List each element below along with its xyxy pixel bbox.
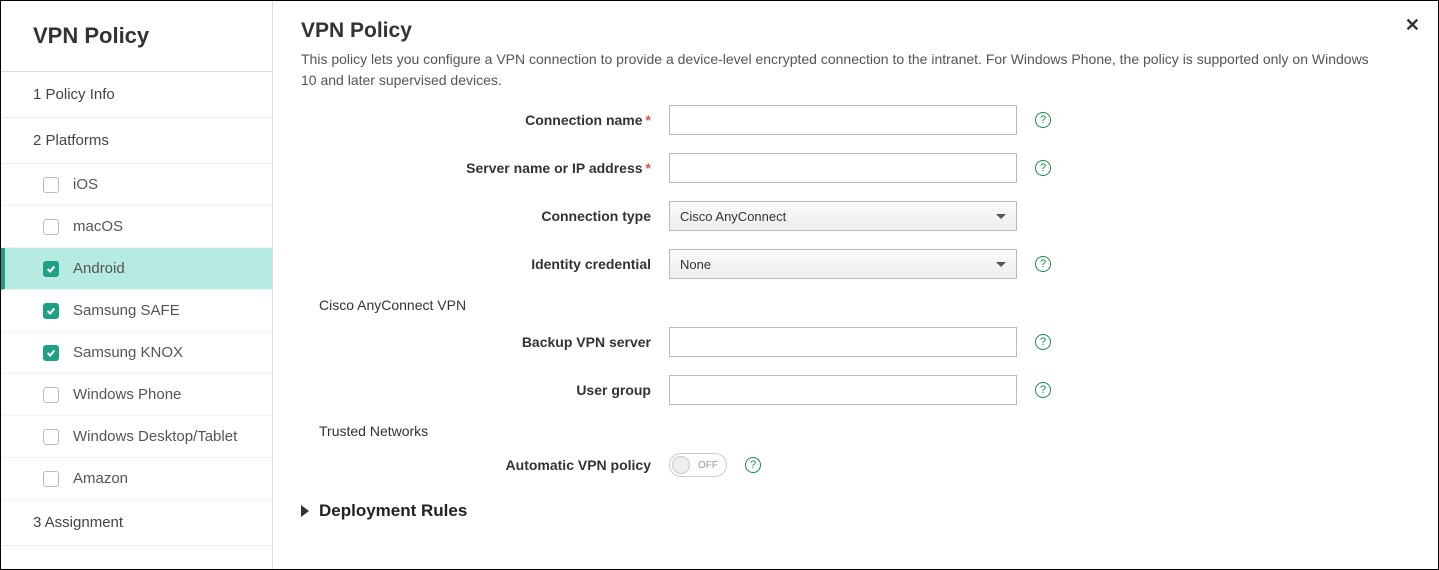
row-connection-type: Connection type Cisco AnyConnect [301,201,1410,231]
triangle-right-icon [301,505,309,517]
platform-label: Android [73,260,125,277]
step-platforms[interactable]: 2 Platforms [1,118,272,164]
page-description: This policy lets you configure a VPN con… [301,49,1371,91]
chevron-down-icon [996,214,1006,219]
deployment-rules-toggle[interactable]: Deployment Rules [301,501,1410,521]
select-value: Cisco AnyConnect [680,209,786,224]
label-text: Server name or IP address [466,160,642,176]
connection-type-select[interactable]: Cisco AnyConnect [669,201,1017,231]
platform-item-ios[interactable]: iOS [1,164,272,206]
row-backup-vpn: Backup VPN server ? [301,327,1410,357]
platform-item-windows-phone[interactable]: Windows Phone [1,374,272,416]
section-cisco-label: Cisco AnyConnect VPN [319,297,1410,313]
platform-label: Windows Phone [73,386,181,403]
label-server-name: Server name or IP address* [301,160,669,176]
row-user-group: User group ? [301,375,1410,405]
sidebar-title: VPN Policy [1,1,272,72]
checkbox-icon[interactable] [43,345,59,361]
label-connection-name: Connection name* [301,112,669,128]
help-icon[interactable]: ? [1035,382,1051,398]
platform-label: Samsung SAFE [73,302,180,319]
platform-label: macOS [73,218,123,235]
label-connection-type: Connection type [301,208,669,224]
platform-item-windows-desktop-tablet[interactable]: Windows Desktop/Tablet [1,416,272,458]
platform-label: Windows Desktop/Tablet [73,428,237,445]
checkbox-icon[interactable] [43,429,59,445]
label-auto-vpn: Automatic VPN policy [301,457,669,473]
main-panel: ✕ VPN Policy This policy lets you config… [273,1,1438,569]
platform-item-android[interactable]: Android [1,248,272,290]
checkbox-icon[interactable] [43,303,59,319]
platform-item-macos[interactable]: macOS [1,206,272,248]
close-icon[interactable]: ✕ [1405,15,1420,36]
toggle-state: OFF [698,460,718,471]
platform-label: iOS [73,176,98,193]
platform-item-samsung-knox[interactable]: Samsung KNOX [1,332,272,374]
label-user-group: User group [301,382,669,398]
select-value: None [680,257,711,272]
page-title: VPN Policy [301,19,1410,43]
chevron-down-icon [996,262,1006,267]
platform-list: iOS macOS Android Samsung SAFE Samsung KNOX W… [1,164,272,500]
help-icon[interactable]: ? [1035,160,1051,176]
sidebar: VPN Policy 1 Policy Info 2 Platforms iOS… [1,1,273,569]
checkbox-icon[interactable] [43,261,59,277]
platform-item-amazon[interactable]: Amazon [1,458,272,500]
checkbox-icon[interactable] [43,471,59,487]
user-group-input[interactable] [669,375,1017,405]
deployment-rules-title: Deployment Rules [319,501,467,521]
backup-vpn-input[interactable] [669,327,1017,357]
checkbox-icon[interactable] [43,177,59,193]
platform-label: Amazon [73,470,128,487]
label-text: Connection name [525,112,642,128]
label-identity-credential: Identity credential [301,256,669,272]
help-icon[interactable]: ? [745,457,761,473]
required-mark: * [646,112,651,128]
row-identity-credential: Identity credential None ? [301,249,1410,279]
row-connection-name: Connection name* ? [301,105,1410,135]
auto-vpn-toggle[interactable]: OFF [669,453,727,477]
platform-label: Samsung KNOX [73,344,183,361]
toggle-knob [672,456,690,474]
step-policy-info[interactable]: 1 Policy Info [1,72,272,118]
row-auto-vpn: Automatic VPN policy OFF ? [301,453,1410,477]
checkbox-icon[interactable] [43,387,59,403]
server-name-input[interactable] [669,153,1017,183]
checkbox-icon[interactable] [43,219,59,235]
step-assignment[interactable]: 3 Assignment [1,500,272,546]
section-trusted-label: Trusted Networks [319,423,1410,439]
required-mark: * [646,160,651,176]
identity-credential-select[interactable]: None [669,249,1017,279]
connection-name-input[interactable] [669,105,1017,135]
row-server-name: Server name or IP address* ? [301,153,1410,183]
help-icon[interactable]: ? [1035,256,1051,272]
help-icon[interactable]: ? [1035,112,1051,128]
platform-item-samsung-safe[interactable]: Samsung SAFE [1,290,272,332]
label-backup-vpn: Backup VPN server [301,334,669,350]
help-icon[interactable]: ? [1035,334,1051,350]
